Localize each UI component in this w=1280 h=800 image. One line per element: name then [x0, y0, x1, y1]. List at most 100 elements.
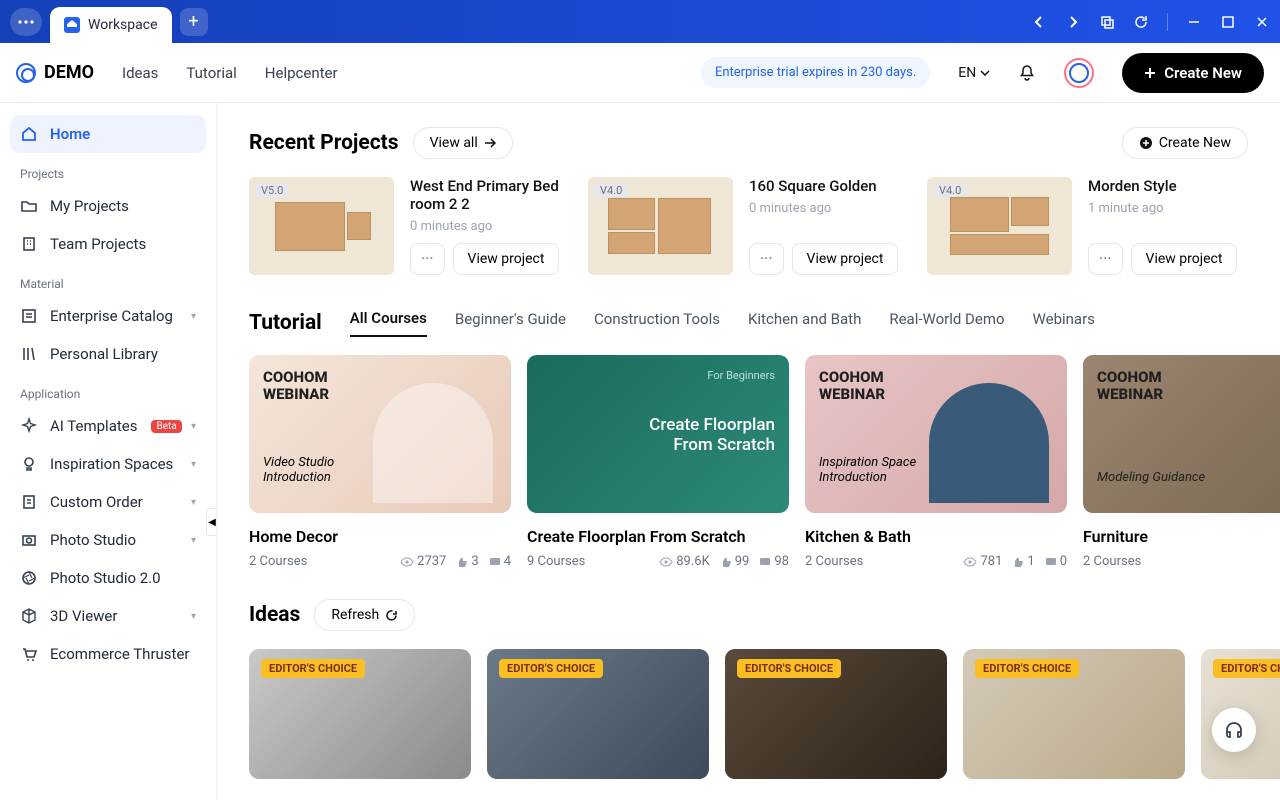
- sidebar-item-custom-order[interactable]: Custom Order ▾: [10, 483, 206, 521]
- tab-construction-tools[interactable]: Construction Tools: [594, 310, 720, 336]
- home-icon: [64, 17, 80, 33]
- new-tab-button[interactable]: +: [180, 8, 208, 36]
- project-card[interactable]: V4.0 160 Square Golden 0 minutes ago ···…: [588, 177, 909, 275]
- view-project-button[interactable]: View project: [1131, 243, 1238, 275]
- view-project-button[interactable]: View project: [792, 243, 899, 275]
- likes-stat: 99: [720, 554, 750, 569]
- maximize-icon[interactable]: [1220, 14, 1236, 30]
- sidebar-label: Ecommerce Thruster: [50, 645, 189, 663]
- nav-back-icon[interactable]: [1031, 14, 1047, 30]
- idea-card[interactable]: EDITOR'S CHOICE: [249, 649, 471, 779]
- project-more-button[interactable]: ···: [749, 243, 784, 275]
- sidebar-label: My Projects: [50, 197, 129, 215]
- sidebar-label: Personal Library: [50, 345, 158, 363]
- app-menu-button[interactable]: [10, 8, 42, 36]
- minimize-icon[interactable]: [1186, 14, 1202, 30]
- course-card[interactable]: COOHOM WEBINAR Video Studio Introduction…: [249, 355, 511, 569]
- sidebar-section-application: Application: [10, 373, 206, 407]
- courses-list: COOHOM WEBINAR Video Studio Introduction…: [249, 355, 1269, 569]
- sidebar-label: Home: [50, 125, 90, 143]
- project-title: 160 Square Golden: [749, 177, 898, 195]
- sidebar-collapse-button[interactable]: ◀: [206, 508, 216, 536]
- project-title: Morden Style: [1088, 177, 1237, 195]
- copy-icon[interactable]: [1099, 14, 1115, 30]
- sidebar-label: AI Templates: [50, 417, 137, 435]
- project-card[interactable]: V5.0 West End Primary Bed room 2 2 0 min…: [249, 177, 570, 275]
- nav-ideas[interactable]: Ideas: [122, 64, 158, 82]
- course-card[interactable]: For Beginners Create Floorplan From Scra…: [527, 355, 789, 569]
- sidebar-item-personal-library[interactable]: Personal Library: [10, 335, 206, 373]
- sidebar-item-ai-templates[interactable]: AI Templates Beta ▾: [10, 407, 206, 445]
- refresh-label: Refresh: [331, 607, 379, 623]
- create-new-button[interactable]: Create New: [1122, 53, 1264, 93]
- sidebar-item-my-projects[interactable]: My Projects: [10, 187, 206, 225]
- close-icon[interactable]: [1254, 14, 1270, 30]
- comment-icon: [759, 557, 771, 567]
- support-fab[interactable]: [1212, 708, 1256, 752]
- comments-stat: 98: [759, 554, 789, 569]
- camera-icon: [20, 531, 38, 549]
- idea-card[interactable]: EDITOR'S CHOICE: [725, 649, 947, 779]
- course-subtitle: Inspiration Space Introduction: [819, 455, 916, 485]
- tab-webinars[interactable]: Webinars: [1033, 310, 1095, 336]
- tab-real-world-demo[interactable]: Real-World Demo: [889, 310, 1004, 336]
- main-content: Recent Projects View all Create New V5.0…: [216, 103, 1280, 800]
- sidebar-item-team-projects[interactable]: Team Projects: [10, 225, 206, 263]
- nav-forward-icon[interactable]: [1065, 14, 1081, 30]
- tab-all-courses[interactable]: All Courses: [350, 309, 427, 337]
- sidebar-item-photo-studio[interactable]: Photo Studio ▾: [10, 521, 206, 559]
- sidebar-item-inspiration[interactable]: Inspiration Spaces ▾: [10, 445, 206, 483]
- nav-helpcenter[interactable]: Helpcenter: [265, 64, 338, 82]
- catalog-icon: [20, 307, 38, 325]
- nav-tutorial[interactable]: Tutorial: [186, 64, 236, 82]
- ideas-list: EDITOR'S CHOICE EDITOR'S CHOICE EDITOR'S…: [249, 649, 1248, 779]
- project-time: 1 minute ago: [1088, 201, 1237, 216]
- course-brand: COOHOM WEBINAR: [1097, 369, 1163, 402]
- sidebar-item-3d-viewer[interactable]: 3D Viewer ▾: [10, 597, 206, 635]
- project-more-button[interactable]: ···: [410, 243, 445, 275]
- course-count: 2 Courses: [1083, 554, 1280, 569]
- create-new-pill[interactable]: Create New: [1122, 127, 1248, 159]
- sidebar-item-photo-studio-2[interactable]: Photo Studio 2.0: [10, 559, 206, 597]
- cart-icon: [20, 645, 38, 663]
- sidebar-label: Custom Order: [50, 493, 143, 511]
- browser-tab-workspace[interactable]: Workspace: [50, 7, 172, 43]
- sidebar-item-enterprise-catalog[interactable]: Enterprise Catalog ▾: [10, 297, 206, 335]
- view-all-button[interactable]: View all: [413, 127, 513, 159]
- course-card[interactable]: COOHOM WEBINAR Inspiration Space Introdu…: [805, 355, 1067, 569]
- course-card[interactable]: COOHOM WEBINAR Modeling Guidance Furnitu…: [1083, 355, 1280, 569]
- thumb-icon: [456, 556, 468, 568]
- clipboard-icon: [20, 493, 38, 511]
- language-selector[interactable]: EN: [958, 65, 990, 81]
- idea-card[interactable]: EDITOR'S CHOICE: [963, 649, 1185, 779]
- create-label: Create New: [1159, 135, 1231, 151]
- refresh-button[interactable]: Refresh: [314, 599, 415, 631]
- avatar[interactable]: [1064, 58, 1094, 88]
- tab-kitchen-bath[interactable]: Kitchen and Bath: [748, 310, 861, 336]
- ideas-title: Ideas: [249, 603, 300, 627]
- view-project-button[interactable]: View project: [453, 243, 560, 275]
- logo[interactable]: DEMO: [16, 62, 94, 83]
- tutorial-title: Tutorial: [249, 311, 322, 335]
- refresh-icon[interactable]: [1133, 14, 1149, 30]
- project-more-button[interactable]: ···: [1088, 243, 1123, 275]
- project-card[interactable]: V4.0 Morden Style 1 minute ago ··· View …: [927, 177, 1248, 275]
- sidebar: Home Projects My Projects Team Projects …: [0, 103, 216, 800]
- sidebar-item-ecommerce[interactable]: Ecommerce Thruster: [10, 635, 206, 673]
- view-all-label: View all: [430, 135, 478, 151]
- recent-projects-title: Recent Projects: [249, 131, 399, 155]
- likes-stat: 3: [456, 554, 478, 569]
- eye-icon: [963, 557, 977, 567]
- dots-icon: [18, 20, 34, 24]
- tab-beginners-guide[interactable]: Beginner's Guide: [455, 310, 566, 336]
- sidebar-section-material: Material: [10, 263, 206, 297]
- idea-card[interactable]: EDITOR'S CHOICE: [487, 649, 709, 779]
- sidebar-item-home[interactable]: Home: [10, 115, 206, 153]
- chevron-down-icon: ▾: [191, 611, 196, 622]
- trial-banner[interactable]: Enterprise trial expires in 230 days.: [701, 57, 930, 88]
- views-stat: 2737: [400, 554, 446, 569]
- chevron-down-icon: ▾: [191, 311, 196, 322]
- aperture-icon: [20, 569, 38, 587]
- notifications-icon[interactable]: [1018, 64, 1036, 82]
- course-count: 2 Courses: [249, 554, 390, 569]
